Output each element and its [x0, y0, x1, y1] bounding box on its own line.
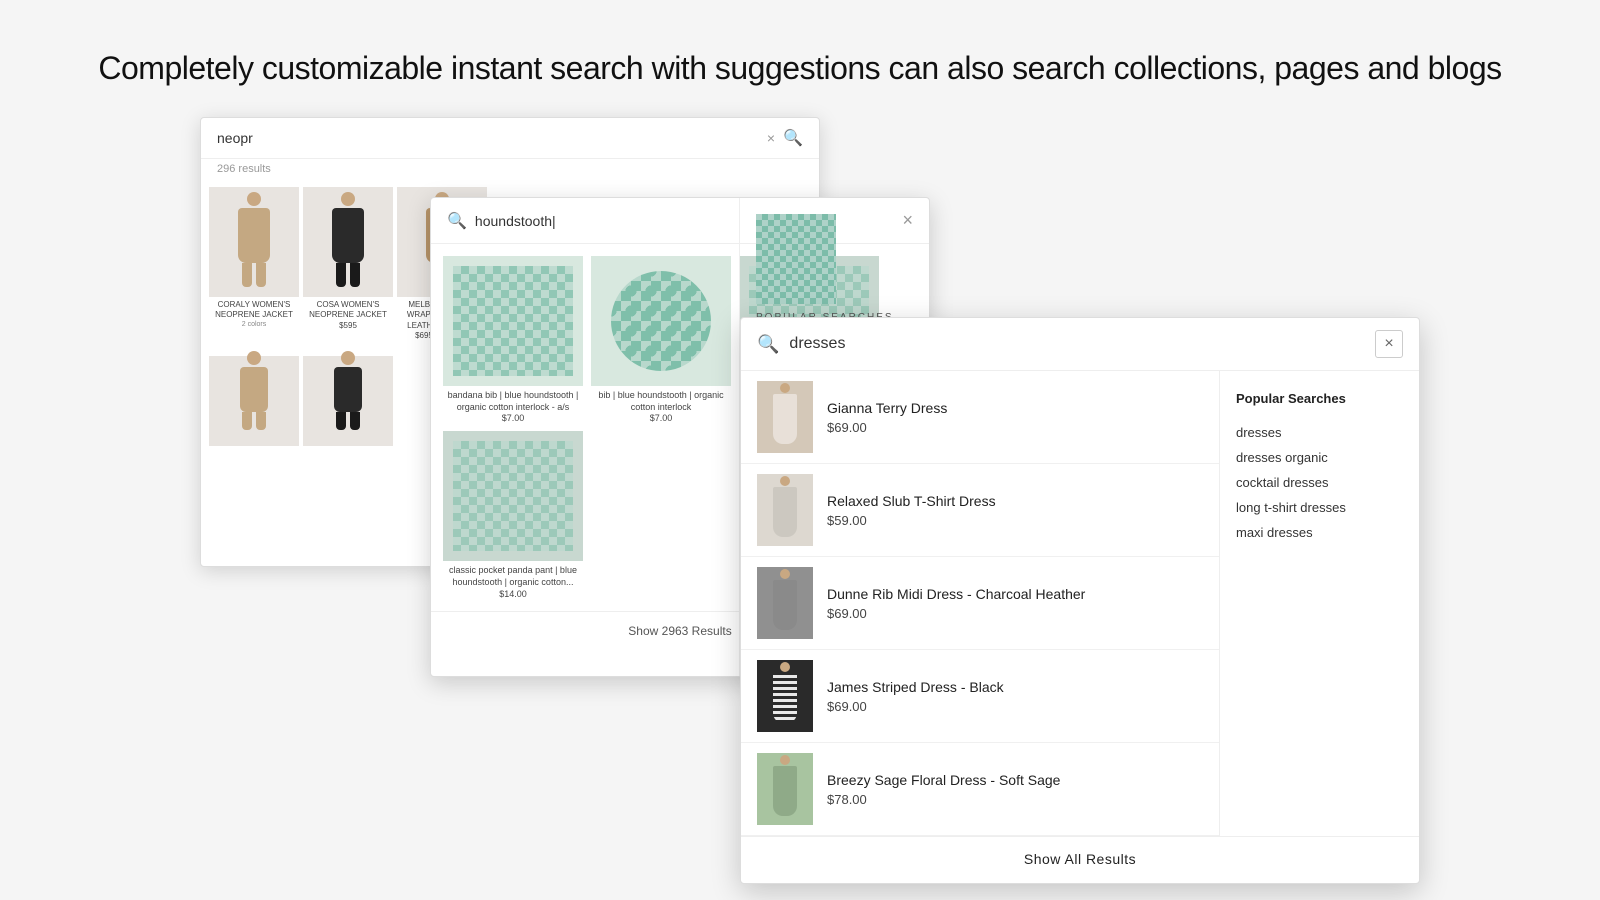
page-headline: Completely customizable instant search w… [98, 50, 1501, 87]
bg-ss1-search-input: neopr [217, 130, 759, 146]
fg-product-thumb-4 [757, 660, 813, 732]
fg-sidebar-item-dresses[interactable]: dresses [1236, 420, 1403, 445]
fg-product-price-3: $69.00 [827, 606, 1203, 621]
fg-body: Gianna Terry Dress $69.00 [741, 371, 1419, 836]
fg-sidebar-item-dresses-organic[interactable]: dresses organic [1236, 445, 1403, 470]
bg-ss1-product-price-2: $595 [303, 321, 393, 330]
fg-footer: Show All Results [741, 836, 1419, 883]
bg-ss2-product-1[interactable]: bandana bib | blue houndstooth | organic… [443, 256, 583, 423]
bg-ss1-search-icon: 🔍 [783, 128, 803, 148]
fg-product-name-5: Breezy Sage Floral Dress - Soft Sage [827, 771, 1203, 789]
fg-product-info-3: Dunne Rib Midi Dress - Charcoal Heather … [827, 585, 1203, 621]
fg-product-row-4[interactable]: James Striped Dress - Black $69.00 [741, 650, 1219, 743]
fg-product-name-1: Gianna Terry Dress [827, 399, 1203, 417]
fg-product-info-1: Gianna Terry Dress $69.00 [827, 399, 1203, 435]
fg-product-thumb-1 [757, 381, 813, 453]
bg-ss1-product-img-4 [209, 356, 299, 446]
bg-ss1-search-bar: neopr × 🔍 [201, 118, 819, 159]
bg-ss1-product-4[interactable] [209, 356, 299, 446]
fg-product-info-4: James Striped Dress - Black $69.00 [827, 678, 1203, 714]
bg-ss2-search-icon: 🔍 [447, 211, 467, 231]
fg-sidebar-item-cocktail[interactable]: cocktail dresses [1236, 470, 1403, 495]
bg-ss1-product-img-1 [209, 187, 299, 297]
fg-product-price-2: $59.00 [827, 513, 1203, 528]
fg-product-row-3[interactable]: Dunne Rib Midi Dress - Charcoal Heather … [741, 557, 1219, 650]
fg-product-thumb-3 [757, 567, 813, 639]
bg-ss1-product-2[interactable]: COSA WOMEN'S NEOPRENE JACKET $595 [303, 187, 393, 340]
bg-ss2-img-1 [443, 256, 583, 386]
bg-ss1-product-5[interactable] [303, 356, 393, 446]
fg-search-bar: 🔍 × [741, 318, 1419, 371]
fg-product-name-3: Dunne Rib Midi Dress - Charcoal Heather [827, 585, 1203, 603]
fg-show-all-results-button[interactable]: Show All Results [1024, 851, 1136, 867]
bg-ss2-name-1: bandana bib | blue houndstooth | organic… [443, 390, 583, 413]
fg-product-info-5: Breezy Sage Floral Dress - Soft Sage $78… [827, 771, 1203, 807]
fg-sidebar-title: Popular Searches [1236, 391, 1403, 406]
fg-product-row-1[interactable]: Gianna Terry Dress $69.00 [741, 371, 1219, 464]
fg-sidebar-item-maxi[interactable]: maxi dresses [1236, 520, 1403, 545]
fg-close-button[interactable]: × [1375, 330, 1403, 358]
bg-ss2-product-thumb [756, 214, 836, 304]
fg-product-price-4: $69.00 [827, 699, 1203, 714]
bg-ss2-img-4 [443, 431, 583, 561]
screenshots-area: neopr × 🔍 296 results [200, 117, 1400, 797]
fg-product-price-5: $78.00 [827, 792, 1203, 807]
fg-search-icon: 🔍 [757, 334, 779, 355]
bg-ss2-product-4[interactable]: classic pocket panda pant | blue houndst… [443, 431, 583, 598]
fg-product-row-2[interactable]: Relaxed Slub T-Shirt Dress $59.00 [741, 464, 1219, 557]
fg-search-input[interactable] [789, 335, 1365, 353]
fg-product-name-4: James Striped Dress - Black [827, 678, 1203, 696]
bg-ss2-img-2 [591, 256, 731, 386]
fg-product-thumb-5 [757, 753, 813, 825]
fg-search-panel: 🔍 × Gianna Terry Dre [740, 317, 1420, 884]
fg-sidebar-item-long-tshirt[interactable]: long t-shirt dresses [1236, 495, 1403, 520]
bg-ss2-thumb-container [756, 214, 913, 304]
bg-ss1-product-img-5 [303, 356, 393, 446]
bg-ss2-name-2: bib | blue houndstooth | organic cotton … [591, 390, 731, 413]
fg-product-info-2: Relaxed Slub T-Shirt Dress $59.00 [827, 492, 1203, 528]
bg-ss1-product-name-2: COSA WOMEN'S NEOPRENE JACKET [303, 300, 393, 321]
fg-product-thumb-2 [757, 474, 813, 546]
bg-ss2-name-4: classic pocket panda pant | blue houndst… [443, 565, 583, 588]
bg-ss1-results-count: 296 results [201, 159, 819, 179]
bg-ss2-price-2: $7.00 [591, 413, 731, 423]
bg-ss1-clear-icon: × [767, 130, 775, 146]
bg-ss2-product-2[interactable]: bib | blue houndstooth | organic cotton … [591, 256, 731, 423]
fg-product-row-5[interactable]: Breezy Sage Floral Dress - Soft Sage $78… [741, 743, 1219, 836]
bg-ss1-product-name-1: CORALY WOMEN'S NEOPRENE JACKET [209, 300, 299, 321]
page-wrapper: Completely customizable instant search w… [50, 20, 1550, 880]
fg-product-name-2: Relaxed Slub T-Shirt Dress [827, 492, 1203, 510]
fg-sidebar: Popular Searches dresses dresses organic… [1219, 371, 1419, 836]
fg-results: Gianna Terry Dress $69.00 [741, 371, 1219, 836]
bg-ss1-product-1[interactable]: CORALY WOMEN'S NEOPRENE JACKET 2 colors [209, 187, 299, 340]
bg-ss1-product-img-2 [303, 187, 393, 297]
bg-ss2-price-1: $7.00 [443, 413, 583, 423]
fg-product-price-1: $69.00 [827, 420, 1203, 435]
bg-ss1-product-price-1: 2 colors [209, 321, 299, 328]
bg-ss2-price-4: $14.00 [443, 589, 583, 599]
